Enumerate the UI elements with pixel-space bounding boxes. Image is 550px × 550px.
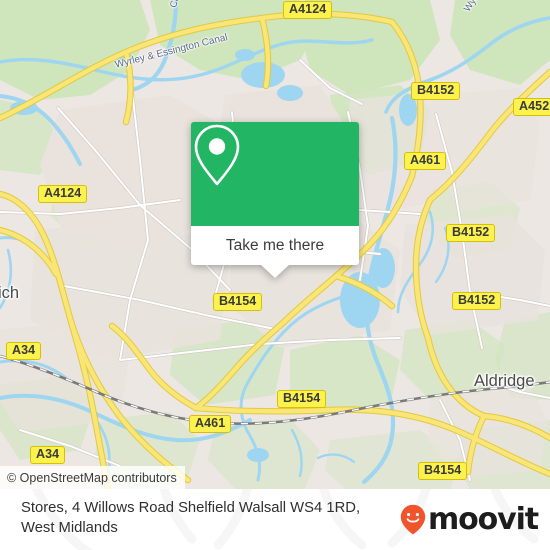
place-label-partial-west: ich [0, 284, 20, 302]
road-shield-a461-bottom: A461 [189, 415, 232, 433]
road-shield-a461-right: A461 [404, 152, 447, 170]
destination-popup-card[interactable]: Take me there [191, 122, 359, 278]
road-shield-b4154-center: B4154 [213, 293, 263, 311]
moovit-wordmark: moovit [427, 501, 539, 537]
moovit-pin-smiley-icon [400, 504, 426, 535]
map-canvas[interactable]: Cannock E Wyrley & Essington Canal Wyrle… [0, 0, 550, 489]
road-shield-a4124-top: A4124 [283, 1, 333, 19]
attribution-text: © OpenStreetMap contributors [7, 470, 177, 485]
place-label-aldridge: Aldridge [474, 372, 535, 390]
popup-pin-panel [191, 122, 359, 226]
moovit-logo[interactable]: moovit [400, 501, 539, 537]
road-shield-a34-upper: A34 [6, 342, 42, 360]
road-shield-a34-lower: A34 [30, 446, 66, 464]
road-shield-a4124-left: A4124 [38, 185, 88, 203]
map-attribution[interactable]: © OpenStreetMap contributors [0, 466, 185, 489]
road-shield-b4154-bottomright: B4154 [418, 462, 468, 480]
map-screenshot: Cannock E Wyrley & Essington Canal Wyrle… [0, 0, 550, 550]
popup-tail [261, 265, 289, 278]
road-shield-b4152-mid: B4152 [446, 224, 496, 242]
take-me-there-button[interactable]: Take me there [191, 226, 359, 265]
road-shield-b4152-lower: B4152 [452, 292, 502, 310]
road-shield-a452: A452 [513, 98, 550, 116]
footer-bar: Stores, 4 Willows Road Shelfield Walsall… [0, 489, 550, 550]
road-shield-b4152-topright: B4152 [411, 82, 461, 100]
location-address: Stores, 4 Willows Road Shelfield Walsall… [21, 500, 361, 536]
road-shield-b4154-bottom: B4154 [277, 390, 327, 408]
take-me-there-label: Take me there [225, 236, 325, 254]
